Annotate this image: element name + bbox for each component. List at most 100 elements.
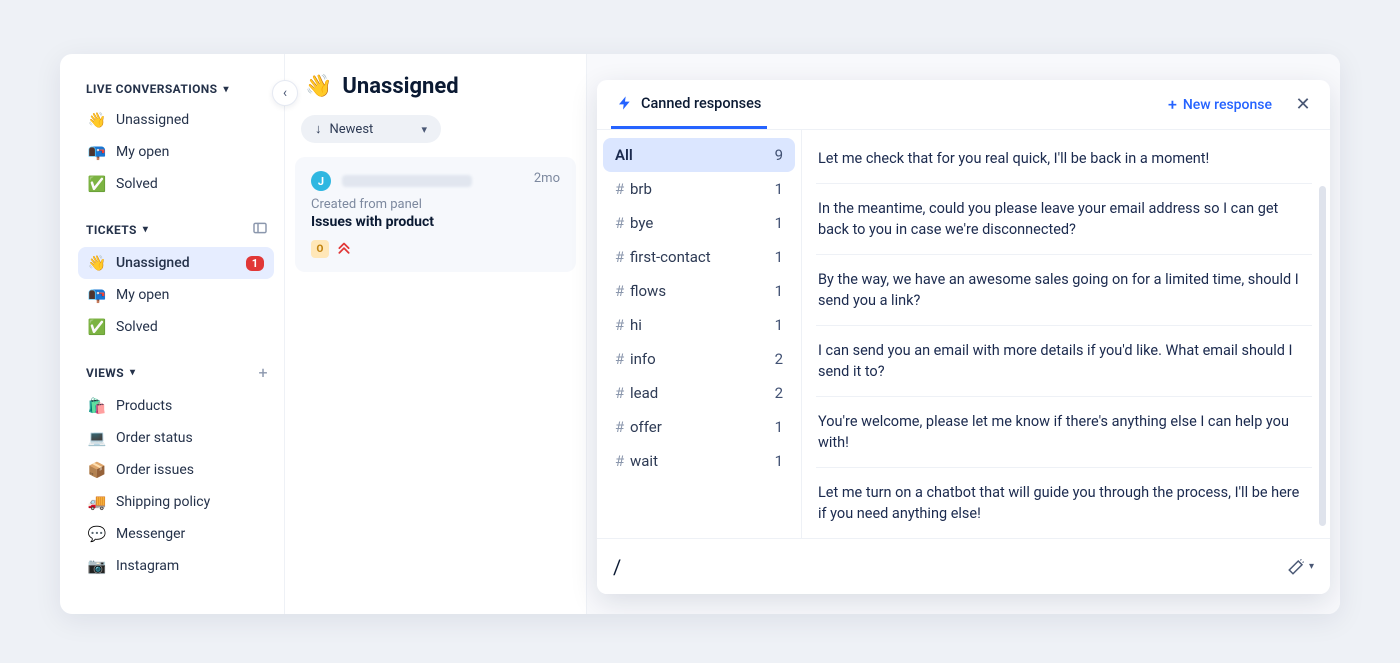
hash-icon: # — [615, 282, 624, 300]
category-count: 1 — [775, 248, 783, 266]
compose-input[interactable]: / — [613, 555, 1287, 579]
sidebar-item-view-instagram[interactable]: 📷 Instagram — [78, 550, 274, 582]
category-count: 1 — [775, 180, 783, 198]
response-item[interactable]: By the way, we have an awesome sales goi… — [816, 255, 1312, 326]
category-item[interactable]: # bye 1 — [603, 206, 795, 240]
priority-high-icon — [337, 240, 351, 258]
category-count: 9 — [775, 146, 783, 164]
chevron-down-icon: ▾ — [130, 367, 135, 378]
category-list: All 9 # brb 1 # bye 1 # first-contact 1 — [597, 130, 802, 538]
new-response-button[interactable]: + New response — [1168, 95, 1272, 114]
badge-count: 1 — [246, 256, 264, 271]
laptop-icon: 💻 — [88, 429, 106, 447]
category-item-all[interactable]: All 9 — [603, 138, 795, 172]
sidebar-item-label: Order issues — [116, 462, 194, 478]
sidebar: LIVE CONVERSATIONS ▾ 👋 Unassigned 📭 My o… — [60, 54, 285, 614]
status-flag-open: O — [311, 240, 329, 258]
sidebar-item-view-messenger[interactable]: 💬 Messenger — [78, 518, 274, 550]
hash-icon: # — [615, 384, 624, 402]
category-count: 1 — [775, 282, 783, 300]
messenger-icon: 💬 — [88, 525, 106, 543]
category-item[interactable]: # hi 1 — [603, 308, 795, 342]
sidebar-item-label: Solved — [116, 176, 158, 192]
sidebar-item-tickets-solved[interactable]: ✅ Solved — [78, 311, 274, 343]
ticket-card[interactable]: J 2mo Created from panel Issues with pro… — [295, 157, 576, 272]
response-item[interactable]: You're welcome, please let me know if th… — [816, 397, 1312, 468]
category-label: flows — [630, 282, 666, 300]
sidebar-header-tickets[interactable]: TICKETS ▾ — [78, 216, 274, 247]
sidebar-item-view-orderstatus[interactable]: 💻 Order status — [78, 422, 274, 454]
category-label: hi — [630, 316, 642, 334]
ticket-list-header: 👋 Unassigned — [285, 70, 586, 111]
ai-wand-button[interactable]: ▾ — [1287, 558, 1314, 576]
close-button[interactable]: ✕ — [1290, 92, 1316, 118]
hash-icon: # — [615, 248, 624, 266]
box-icon: 📦 — [88, 461, 106, 479]
plus-icon[interactable]: + — [259, 363, 268, 382]
tab-label: Canned responses — [641, 95, 761, 112]
category-item[interactable]: # first-contact 1 — [603, 240, 795, 274]
ticket-list-column: ‹ 👋 Unassigned ↓ Newest ▾ J 2mo Created … — [285, 54, 587, 614]
sidebar-header-views-label: VIEWS — [86, 366, 124, 380]
new-response-label: New response — [1183, 97, 1272, 113]
sort-icon: ↓ — [315, 121, 322, 137]
category-item[interactable]: # info 2 — [603, 342, 795, 376]
category-item[interactable]: # offer 1 — [603, 410, 795, 444]
sidebar-item-view-products[interactable]: 🛍️ Products — [78, 390, 274, 422]
wave-icon: 👋 — [305, 74, 332, 99]
sidebar-header-tickets-label: TICKETS — [86, 223, 137, 237]
chevron-down-icon: ▾ — [421, 123, 427, 136]
sidebar-header-live[interactable]: LIVE CONVERSATIONS ▾ — [78, 78, 274, 104]
check-icon: ✅ — [88, 175, 106, 193]
sidebar-item-tickets-myopen[interactable]: 📭 My open — [78, 279, 274, 311]
category-label: first-contact — [630, 248, 711, 266]
category-label: All — [615, 146, 633, 164]
sidebar-item-view-orderissues[interactable]: 📦 Order issues — [78, 454, 274, 486]
response-item[interactable]: In the meantime, could you please leave … — [816, 184, 1312, 255]
close-icon: ✕ — [1295, 94, 1310, 115]
canned-responses-popover: Canned responses + New response ✕ All — [597, 80, 1330, 594]
sidebar-section-views: VIEWS ▾ + 🛍️ Products 💻 Order status 📦 O… — [78, 359, 274, 582]
chevron-down-icon: ▾ — [1309, 561, 1314, 572]
ticket-author-redacted — [342, 175, 472, 187]
category-item[interactable]: # wait 1 — [603, 444, 795, 478]
tab-canned-responses[interactable]: Canned responses — [611, 81, 767, 129]
sidebar-item-label: Shipping policy — [116, 494, 210, 510]
sidebar-item-live-unassigned[interactable]: 👋 Unassigned — [78, 104, 274, 136]
response-item[interactable]: Let me check that for you real quick, I'… — [816, 134, 1312, 184]
sidebar-item-tickets-unassigned[interactable]: 👋 Unassigned 1 — [78, 247, 274, 279]
sidebar-item-label: Order status — [116, 430, 193, 446]
sort-label: Newest — [330, 122, 374, 137]
plus-icon: + — [1168, 95, 1177, 114]
category-item[interactable]: # brb 1 — [603, 172, 795, 206]
chevron-down-icon: ▾ — [143, 224, 148, 235]
ticket-list-title: Unassigned — [342, 74, 458, 99]
main-panel: Canned responses + New response ✕ All — [587, 54, 1340, 614]
sidebar-item-view-shipping[interactable]: 🚚 Shipping policy — [78, 486, 274, 518]
category-item[interactable]: # lead 2 — [603, 376, 795, 410]
hash-icon: # — [615, 316, 624, 334]
response-item[interactable]: Let me turn on a chatbot that will guide… — [816, 468, 1312, 538]
category-count: 1 — [775, 418, 783, 436]
category-item[interactable]: # flows 1 — [603, 274, 795, 308]
truck-icon: 🚚 — [88, 493, 106, 511]
bag-icon: 🛍️ — [88, 397, 106, 415]
collapse-sidebar-button[interactable]: ‹ — [272, 80, 298, 106]
sidebar-section-live: LIVE CONVERSATIONS ▾ 👋 Unassigned 📭 My o… — [78, 78, 274, 200]
panel-icon[interactable] — [252, 220, 268, 239]
response-item[interactable]: I can send you an email with more detail… — [816, 326, 1312, 397]
app-frame: LIVE CONVERSATIONS ▾ 👋 Unassigned 📭 My o… — [60, 54, 1340, 614]
responses-list[interactable]: Let me check that for you real quick, I'… — [802, 130, 1330, 538]
sidebar-item-live-solved[interactable]: ✅ Solved — [78, 168, 274, 200]
ticket-title: Issues with product — [311, 214, 560, 230]
scrollbar[interactable] — [1319, 186, 1326, 526]
popover-body: All 9 # brb 1 # bye 1 # first-contact 1 — [597, 130, 1330, 538]
sort-dropdown[interactable]: ↓ Newest ▾ — [301, 115, 441, 143]
chevron-down-icon: ▾ — [223, 84, 228, 95]
sidebar-section-tickets: TICKETS ▾ 👋 Unassigned 1 📭 My open ✅ Sol… — [78, 216, 274, 343]
sidebar-item-live-myopen[interactable]: 📭 My open — [78, 136, 274, 168]
bolt-icon — [617, 95, 633, 111]
sidebar-header-views[interactable]: VIEWS ▾ + — [78, 359, 274, 390]
compose-bar[interactable]: / ▾ — [597, 538, 1330, 594]
category-count: 2 — [775, 384, 783, 402]
